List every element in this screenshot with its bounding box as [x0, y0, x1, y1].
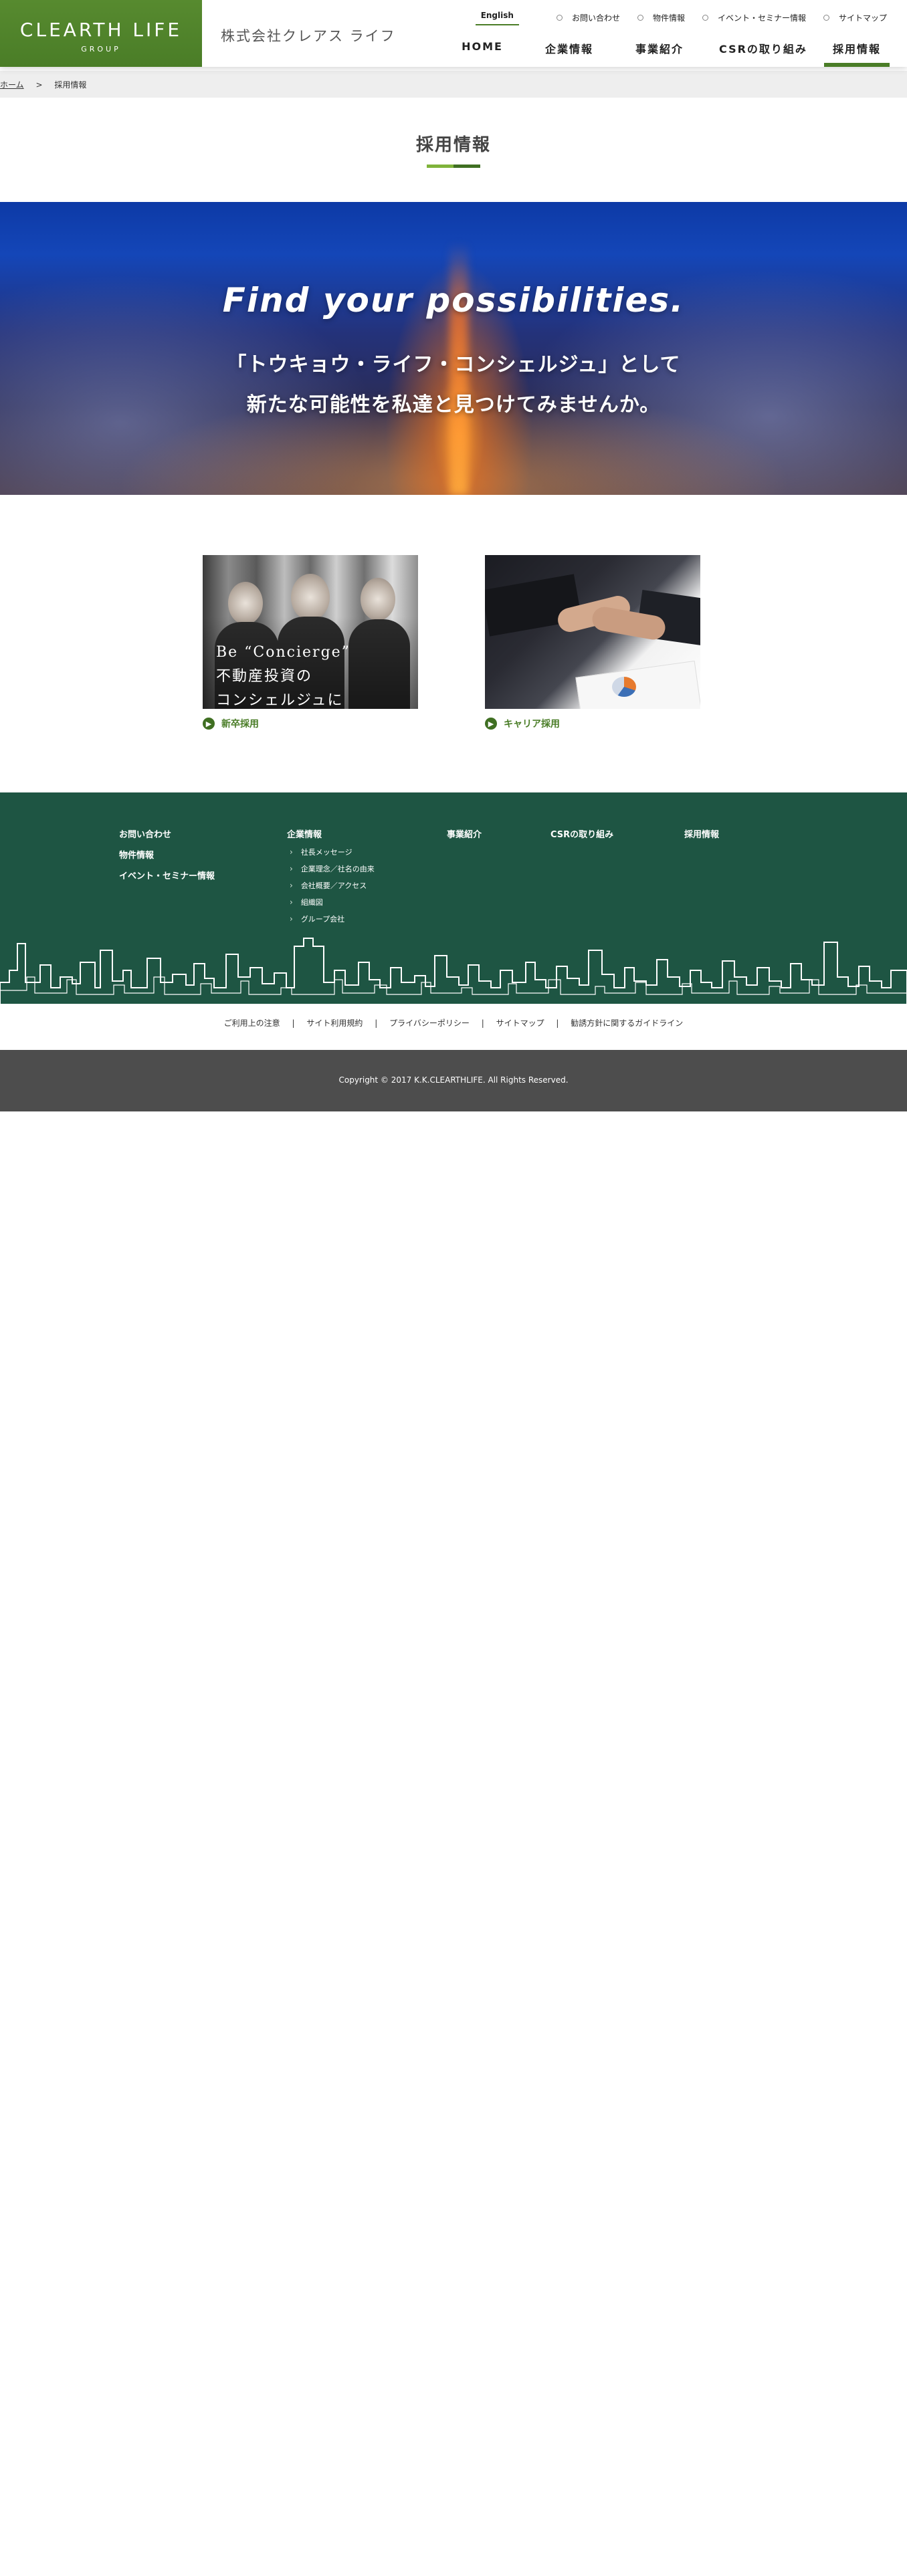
- logo-sub-text: GROUP: [81, 45, 121, 53]
- footer-column-4: CSRの取り組み: [550, 827, 613, 848]
- footer-link-guideline[interactable]: 勧誘方針に関するガイドライン: [571, 1018, 683, 1028]
- title-underline: [427, 165, 480, 168]
- footer-sublink[interactable]: › 会社概要／アクセス: [290, 880, 375, 891]
- util-item-label: 物件情報: [652, 13, 685, 23]
- career-photo[interactable]: [485, 555, 700, 709]
- util-item-contact[interactable]: お問い合わせ: [556, 12, 620, 23]
- breadcrumb-current: 採用情報: [54, 80, 87, 90]
- footer-link-separator: |: [481, 1018, 484, 1028]
- footer-link-separator: |: [292, 1018, 295, 1028]
- footer-link-notice[interactable]: ご利用上の注意: [224, 1018, 280, 1028]
- footer-link-separator: |: [375, 1018, 378, 1028]
- util-item-label: お問い合わせ: [571, 13, 620, 23]
- util-item-properties[interactable]: 物件情報: [637, 12, 685, 23]
- footer-sublinks: › 社長メッセージ › 企業理念／社名の由来 › 会社概要／アクセス › 組織図 › グル…: [287, 847, 375, 924]
- site-footer: お問い合わせ 物件情報 イベント・セミナー情報 企業情報 › 社長メッセージ › 企…: [0, 792, 907, 1004]
- footer-column-5: 採用情報: [684, 827, 719, 848]
- chevron-right-icon: ›: [290, 881, 293, 890]
- footer-link-privacy[interactable]: プライバシーポリシー: [389, 1018, 470, 1028]
- copyright-text: Copyright © 2017 K.K.CLEARTHLIFE. All Ri…: [338, 1075, 569, 1085]
- util-item-label: イベント・セミナー情報: [717, 13, 806, 23]
- footer-column-2: 企業情報 › 社長メッセージ › 企業理念／社名の由来 › 会社概要／アクセス › 組織…: [287, 827, 375, 932]
- pie-chart-graphic: [612, 677, 636, 697]
- document-paper: [575, 660, 700, 709]
- sublink-label: 社長メッセージ: [300, 848, 352, 857]
- util-item-label: サイトマップ: [838, 13, 887, 23]
- breadcrumb-separator: >: [35, 80, 43, 90]
- footer-column-1: お問い合わせ 物件情報 イベント・セミナー情報: [119, 827, 215, 889]
- career-link[interactable]: ▶ キャリア採用: [485, 717, 700, 730]
- util-item-events[interactable]: イベント・セミナー情報: [702, 12, 806, 23]
- caption-line: 不動産投資の: [216, 668, 313, 685]
- breadcrumb: ホーム > 採用情報: [0, 71, 907, 98]
- site-header: CLEARTH LIFE GROUP 株式会社クレアス ライフ English …: [0, 0, 907, 67]
- footer-bottom-links: ご利用上の注意 | サイト利用規約 | プライバシーポリシー | サイトマップ …: [0, 1017, 907, 1029]
- caption-line: Be “Concierge”: [216, 644, 350, 661]
- city-skyline-decoration: [0, 938, 907, 1004]
- hero-text-line-2: 新たな可能性を私達と見つけてみませんか。: [246, 393, 661, 417]
- hero-heading: Find your possibilities.: [222, 281, 685, 320]
- card-new-graduate[interactable]: Be “Concierge” 不動産投資の コンシェルジュに ▶ 新卒採用: [203, 555, 418, 730]
- footer-link-terms[interactable]: サイト利用規約: [306, 1018, 363, 1028]
- footer-link-business[interactable]: 事業紹介: [447, 827, 482, 840]
- card-link-label: 新卒採用: [221, 719, 259, 730]
- sublink-label: グループ会社: [300, 915, 345, 924]
- utility-nav: English お問い合わせ 物件情報 イベント・セミナー情報 サイトマップ: [475, 9, 887, 25]
- sublink-label: 会社概要／アクセス: [300, 881, 367, 890]
- circle-bullet-icon: [823, 14, 829, 21]
- nav-home[interactable]: HOME: [439, 35, 526, 67]
- caption-line: コンシェルジュに: [216, 692, 344, 709]
- hero-text-line-1: 「トウキョウ・ライフ・コンシェルジュ」として: [226, 353, 681, 377]
- nav-recruit[interactable]: 採用情報: [820, 35, 894, 67]
- circle-bullet-icon: [637, 14, 643, 21]
- company-name: 株式会社クレアス ライフ: [221, 28, 396, 44]
- logo-main-text: CLEARTH LIFE: [19, 19, 183, 41]
- footer-sublink[interactable]: › 社長メッセージ: [290, 847, 375, 857]
- footer-link-contact[interactable]: お問い合わせ: [119, 827, 215, 840]
- new-graduate-photo[interactable]: Be “Concierge” 不動産投資の コンシェルジュに: [203, 555, 418, 709]
- circle-bullet-icon: [556, 14, 563, 21]
- page-title: 採用情報: [415, 135, 491, 155]
- footer-sublink[interactable]: › 企業理念／社名の由来: [290, 863, 375, 874]
- nav-corporate[interactable]: 企業情報: [526, 35, 613, 67]
- copyright-bar: Copyright © 2017 K.K.CLEARTHLIFE. All Ri…: [0, 1050, 907, 1111]
- footer-link-sitemap[interactable]: サイトマップ: [496, 1018, 544, 1028]
- chevron-right-icon: ›: [290, 847, 293, 857]
- util-item-sitemap[interactable]: サイトマップ: [823, 12, 887, 23]
- english-link[interactable]: English: [475, 9, 519, 25]
- footer-link-properties[interactable]: 物件情報: [119, 848, 215, 861]
- breadcrumb-home[interactable]: ホーム: [0, 80, 24, 90]
- new-graduate-link[interactable]: ▶ 新卒採用: [203, 717, 418, 730]
- footer-link-events[interactable]: イベント・セミナー情報: [119, 869, 215, 881]
- nav-csr[interactable]: CSRの取り組み: [706, 35, 820, 67]
- card-link-label: キャリア採用: [504, 719, 560, 730]
- chevron-right-icon: ›: [290, 864, 293, 873]
- photo-caption: Be “Concierge” 不動産投資の コンシェルジュに: [216, 641, 350, 709]
- circle-bullet-icon: [702, 14, 708, 21]
- sublink-label: 組織図: [300, 898, 323, 907]
- footer-column-3: 事業紹介: [447, 827, 482, 848]
- hero-banner: Find your possibilities. 「トウキョウ・ライフ・コンシェ…: [0, 202, 907, 495]
- footer-link-corporate[interactable]: 企業情報: [287, 827, 375, 840]
- chevron-right-icon: ›: [290, 897, 293, 907]
- arrow-right-icon: ▶: [203, 718, 215, 730]
- footer-link-recruit[interactable]: 採用情報: [684, 827, 719, 840]
- sublink-label: 企業理念／社名の由来: [300, 865, 375, 873]
- chevron-right-icon: ›: [290, 914, 293, 924]
- nav-business[interactable]: 事業紹介: [613, 35, 706, 67]
- footer-sublink[interactable]: › グループ会社: [290, 914, 375, 924]
- card-career[interactable]: ▶ キャリア採用: [485, 555, 700, 730]
- footer-sublink[interactable]: › 組織図: [290, 897, 375, 907]
- footer-link-csr[interactable]: CSRの取り組み: [550, 827, 613, 840]
- main-nav: HOME 企業情報 事業紹介 CSRの取り組み 採用情報: [439, 35, 894, 67]
- footer-link-separator: |: [556, 1018, 559, 1028]
- arrow-right-icon: ▶: [485, 718, 497, 730]
- site-logo[interactable]: CLEARTH LIFE GROUP: [0, 0, 202, 67]
